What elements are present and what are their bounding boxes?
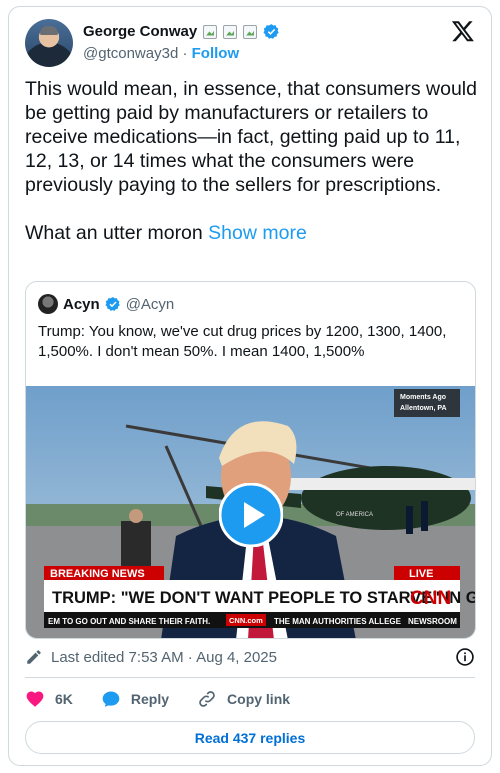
ticker-right: THE MAN AUTHORITIES ALLEGE xyxy=(274,617,402,626)
quote-author-handle: @Acyn xyxy=(125,295,175,313)
tweet-text: This would mean, in essence, that consum… xyxy=(25,77,477,245)
quote-author-name: Acyn xyxy=(63,295,100,313)
separator: · xyxy=(182,45,188,62)
broken-image-icon xyxy=(203,24,218,39)
edited-timestamp[interactable]: Last edited 7:53 AM · Aug 4, 2025 xyxy=(51,649,277,666)
show-more-link[interactable]: Show more xyxy=(208,222,307,244)
author-handle[interactable]: @gtconway3d xyxy=(83,45,178,62)
live-label: LIVE xyxy=(409,568,433,580)
helicopter-text: OF AMERICA xyxy=(336,512,373,518)
quote-text: Trump: You know, we've cut drug prices b… xyxy=(38,323,447,360)
cnn-logo: CNN xyxy=(410,588,451,609)
reply-label: Reply xyxy=(130,691,170,707)
like-button[interactable]: 6K xyxy=(25,689,73,709)
read-replies-button[interactable]: Read 437 replies xyxy=(25,721,475,754)
ticker-site: CNN.com xyxy=(229,616,263,625)
tweet-paragraph: What an utter moron xyxy=(25,222,203,244)
quoted-tweet[interactable]: Acyn @Acyn Trump: You know, we've cut dr… xyxy=(25,281,476,639)
ticker-left: EM TO GO OUT AND SHARE THEIR FAITH. xyxy=(48,617,210,626)
divider xyxy=(25,677,475,678)
breaking-news-label: BREAKING NEWS xyxy=(50,568,145,580)
reply-bubble-icon xyxy=(102,691,120,707)
play-button[interactable] xyxy=(219,483,283,547)
broken-image-icon xyxy=(243,24,258,39)
quote-avatar xyxy=(38,294,58,314)
broken-image-icon xyxy=(223,24,238,39)
action-bar: 6K Reply Copy link xyxy=(25,684,318,714)
tweet-card: George Conway @gtconway3d · Follow This … xyxy=(8,6,492,766)
heart-icon xyxy=(26,691,44,707)
tweet-header: George Conway @gtconway3d · Follow xyxy=(25,15,475,67)
tweet-paragraph: This would mean, in essence, that consum… xyxy=(25,78,477,196)
copy-link-button[interactable]: Copy link xyxy=(197,689,290,709)
like-count: 6K xyxy=(55,691,73,707)
copy-link-label: Copy link xyxy=(227,691,291,707)
verified-badge-icon xyxy=(105,297,120,311)
bug-line-1: Moments Ago xyxy=(400,394,446,401)
handle-row: @gtconway3d · Follow xyxy=(83,45,239,62)
ticker-section: NEWSROOM xyxy=(408,617,457,626)
follow-button[interactable]: Follow xyxy=(192,45,240,62)
name-row: George Conway xyxy=(83,23,280,40)
link-icon xyxy=(199,691,215,707)
quote-header: Acyn @Acyn xyxy=(38,294,174,314)
pencil-icon xyxy=(27,650,41,664)
info-icon[interactable] xyxy=(455,647,475,667)
edited-row: Last edited 7:53 AM · Aug 4, 2025 xyxy=(25,647,475,667)
bug-line-2: Allentown, PA xyxy=(400,405,447,412)
author-name[interactable]: George Conway xyxy=(83,23,197,40)
reply-button[interactable]: Reply xyxy=(101,689,169,709)
verified-badge-icon xyxy=(263,24,279,39)
avatar[interactable] xyxy=(25,19,73,67)
x-logo-icon[interactable] xyxy=(451,19,475,43)
video-player[interactable]: OF AMERICA Moments Ago Allentown, PA BRE… xyxy=(26,386,475,638)
